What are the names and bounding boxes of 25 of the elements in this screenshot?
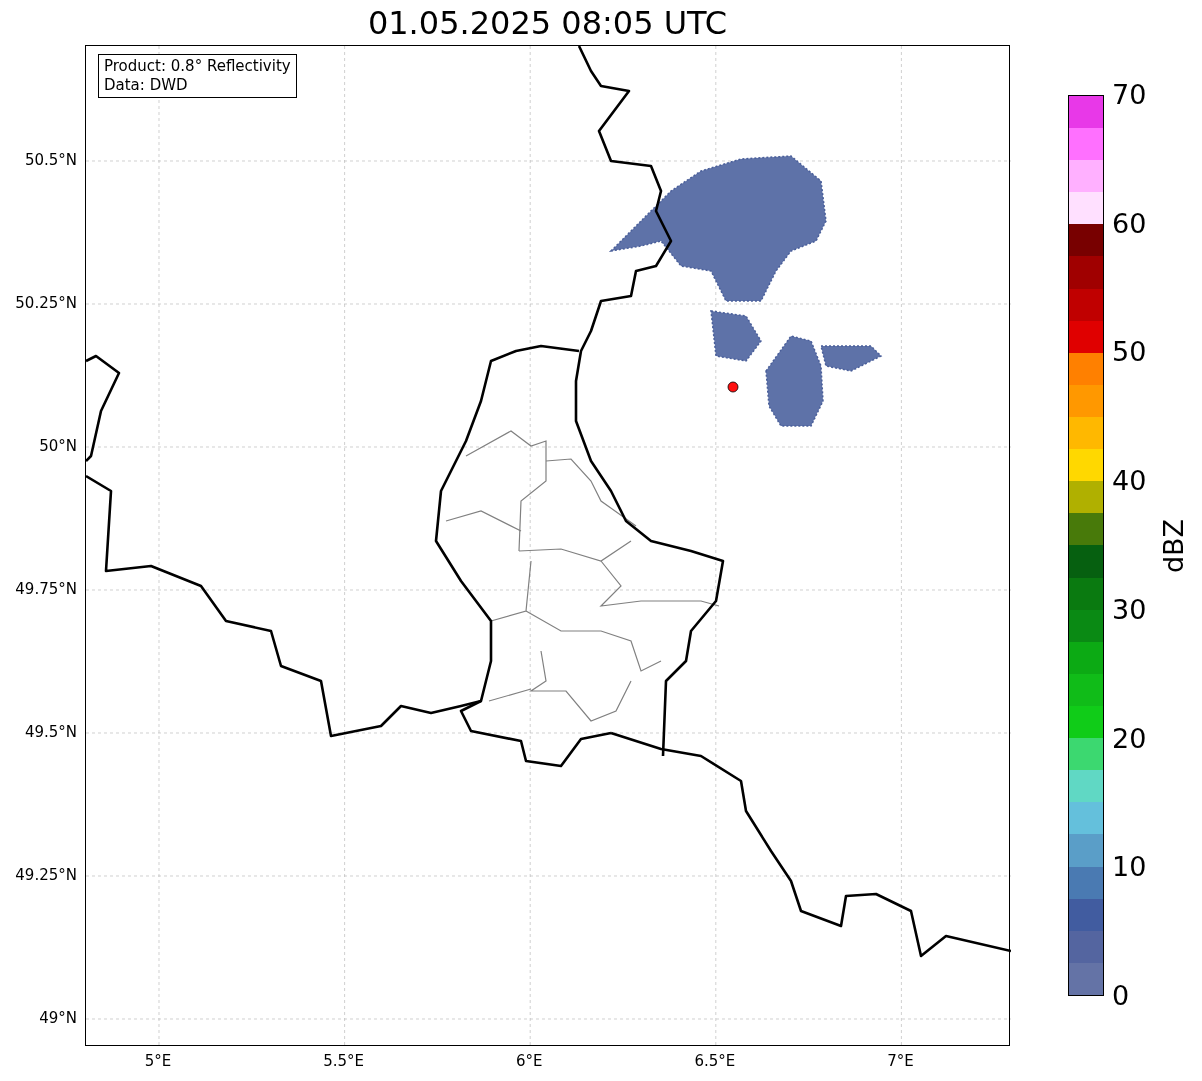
colorbar-tick-label: 40 [1112, 466, 1147, 497]
colorbar-axis-label: dBZ [1159, 518, 1189, 573]
longitude-tick-label: 5.5°E [323, 1052, 364, 1070]
longitude-tick-label: 5°E [144, 1052, 172, 1070]
radar-site-icon [727, 381, 739, 393]
latitude-tick-label: 49.25°N [15, 866, 77, 884]
longitude-tick-label: 6.5°E [694, 1052, 736, 1070]
latitude-tick-label: 50.25°N [15, 294, 77, 312]
longitude-tick-label: 7°E [887, 1052, 914, 1070]
latitude-tick-label: 49°N [39, 1009, 77, 1027]
colorbar-tick-label: 20 [1112, 723, 1147, 754]
colorbar-tick-label: 10 [1112, 852, 1147, 883]
colorbar-tick-label: 50 [1112, 337, 1147, 368]
latitude-tick-label: 50°N [39, 437, 77, 455]
longitude-tick-label: 6°E [515, 1052, 543, 1070]
chart-title: 01.05.2025 08:05 UTC [367, 3, 728, 44]
latitude-tick-label: 50.5°N [24, 151, 77, 169]
latitude-tick-label: 49.75°N [15, 580, 77, 598]
info-text: Data: DWD [104, 76, 189, 95]
colorbar-tick-label: 0 [1112, 981, 1130, 1011]
latitude-tick-label: 49.5°N [24, 723, 77, 741]
info-text: Product: 0.8° Reflectivity [104, 57, 291, 76]
colorbar-tick-label: 60 [1112, 208, 1147, 239]
colorbar-tick-label: 70 [1112, 80, 1147, 110]
colorbar-tick-label: 30 [1112, 594, 1147, 625]
